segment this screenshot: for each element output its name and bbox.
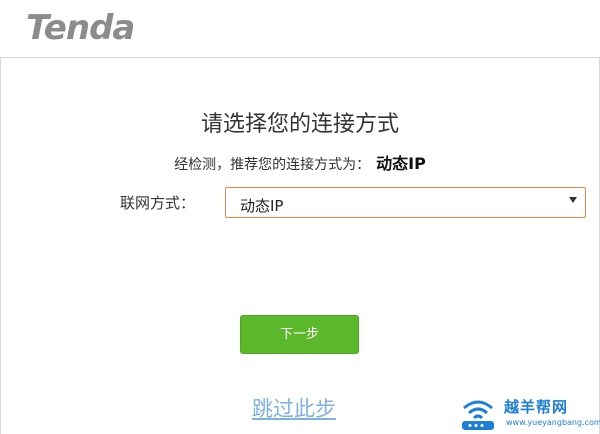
watermark-title: 越羊帮网 bbox=[504, 398, 569, 416]
skip-step-link[interactable]: 跳过此步 bbox=[252, 393, 336, 423]
wifi-router-icon bbox=[462, 400, 494, 430]
next-step-button[interactable]: 下一步 bbox=[240, 315, 359, 354]
connection-mode-label: 联网方式： bbox=[120, 194, 196, 212]
site-watermark: 越羊帮网 www.yueyangbang.com bbox=[452, 392, 600, 434]
detection-row: 经检测，推荐您的连接方式为： 动态IP bbox=[0, 150, 600, 174]
detection-result: 动态IP bbox=[376, 154, 426, 173]
dropdown-arrow-icon bbox=[569, 197, 577, 203]
detection-label: 经检测，推荐您的连接方式为： bbox=[174, 157, 371, 173]
watermark-url: www.yueyangbang.com bbox=[506, 418, 600, 427]
tenda-logo: Tenda bbox=[26, 8, 135, 48]
header: Tenda bbox=[0, 0, 600, 58]
connection-mode-select[interactable]: 动态IP bbox=[225, 187, 586, 218]
page-title: 请选择您的连接方式 bbox=[200, 112, 399, 137]
connection-mode-value: 动态IP bbox=[240, 197, 284, 215]
